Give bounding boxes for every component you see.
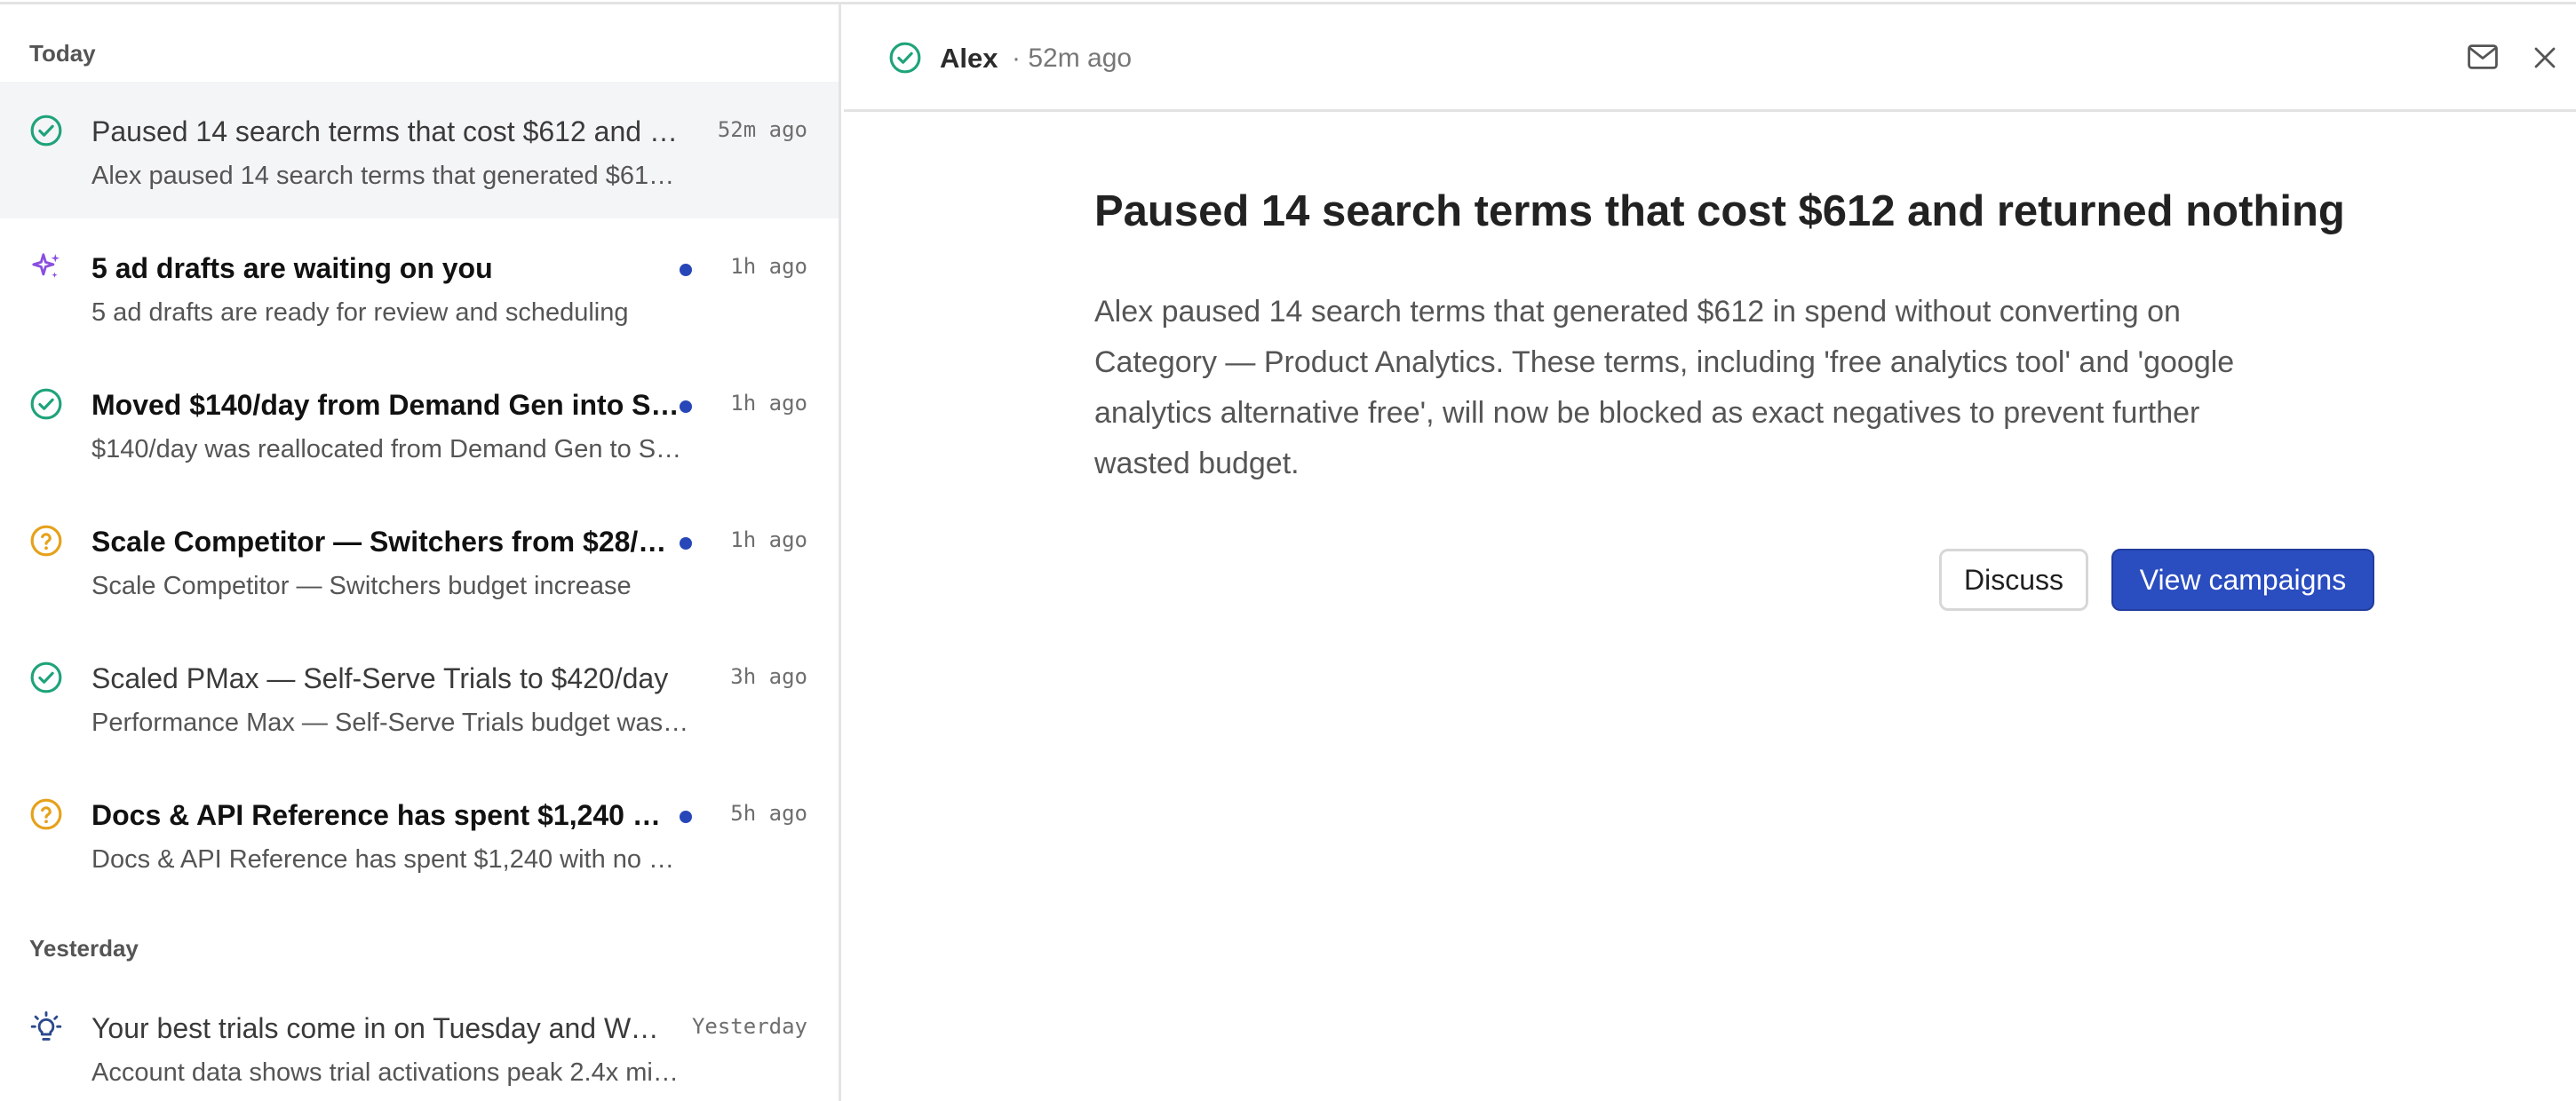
list-item[interactable]: Moved $140/day from Demand Gen into Sear… [0,355,839,492]
item-title: Moved $140/day from Demand Gen into Sear… [91,389,682,421]
item-snippet: Account data shows trial activations pea… [91,1058,682,1087]
item-snippet: $140/day was reallocated from Demand Gen… [91,435,682,463]
view-campaigns-button[interactable]: View campaigns [2111,549,2374,611]
unread-dot [680,537,692,550]
check-circle-icon [30,661,62,693]
detail-header: Alex · 52m ago [844,4,2576,112]
item-snippet: Alex paused 14 search terms that generat… [91,162,682,190]
close-icon[interactable] [2532,44,2558,71]
item-title: Docs & API Reference has spent $1,240 wi… [91,799,682,831]
list-item[interactable]: 5 ad drafts are waiting on you 5 ad draf… [0,218,839,355]
unread-dot [680,264,692,276]
list-item[interactable]: Scaled PMax — Self-Serve Trials to $420/… [0,629,839,765]
check-circle-icon [30,388,62,420]
item-time: 1h ago [730,391,807,416]
item-title: Scaled PMax — Self-Serve Trials to $420/… [91,662,669,694]
list-item[interactable]: Scale Competitor — Switchers from $28/da… [0,492,839,629]
discuss-button[interactable]: Discuss [1939,549,2088,611]
item-time: 1h ago [730,254,807,279]
list-item[interactable]: Your best trials come in on Tuesday and … [0,978,839,1101]
check-circle-icon [889,42,921,74]
item-time: 5h ago [730,801,807,826]
list-item[interactable]: Docs & API Reference has spent $1,240 wi… [0,765,839,902]
group-header-today: Today [29,40,96,67]
unread-dot [680,811,692,823]
detail-pane: Alex · 52m ago Paused 14 search terms th… [844,4,2576,1101]
item-title: 5 ad drafts are waiting on you [91,252,493,284]
detail-title: Paused 14 search terms that cost $612 an… [1094,187,2345,235]
group-header-yesterday: Yesterday [29,935,139,962]
item-time: 1h ago [730,527,807,552]
sparkle-icon [32,253,60,278]
item-snippet: Docs & API Reference has spent $1,240 wi… [91,845,682,874]
mail-icon[interactable] [2466,42,2500,72]
item-title: Your best trials come in on Tuesday and … [91,1012,660,1044]
item-snippet: Performance Max — Self-Serve Trials budg… [91,709,696,737]
check-circle-icon [30,115,62,147]
item-time: 3h ago [730,664,807,689]
detail-time: · 52m ago [1012,44,1133,73]
lightbulb-icon [30,1010,62,1041]
item-time: Yesterday [691,1014,807,1039]
detail-body: Alex paused 14 search terms that generat… [1094,295,2235,480]
item-time: 52m ago [717,117,807,142]
notification-list: Today Paused 14 search terms that cost $… [0,4,841,1101]
list-item[interactable]: Paused 14 search terms that cost $612 an… [0,82,839,218]
detail-author: Alex [940,43,998,74]
question-circle-icon [30,525,62,557]
unread-dot [680,400,692,413]
item-title: Paused 14 search terms that cost $612 an… [91,115,682,147]
item-snippet: 5 ad drafts are ready for review and sch… [91,298,629,327]
question-circle-icon [30,798,62,830]
item-title: Scale Competitor — Switchers from $28/da… [91,526,682,558]
item-snippet: Scale Competitor — Switchers budget incr… [91,572,632,600]
